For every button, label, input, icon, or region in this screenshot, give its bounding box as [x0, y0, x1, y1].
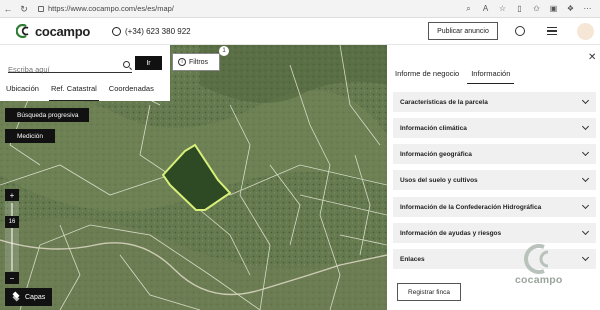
logo-icon [16, 24, 29, 38]
tab-information[interactable]: Información [467, 66, 515, 84]
filters-label: Filtros [189, 58, 209, 66]
section-label: Características de la parcela [400, 98, 488, 106]
whatsapp-icon [111, 26, 121, 36]
lock-icon [38, 5, 44, 12]
section-label: Usos del suelo y cultivos [400, 176, 478, 184]
search-field[interactable] [8, 59, 132, 74]
search-panel: Ir Ubicación Ref. Catastral Coordenadas [0, 45, 170, 101]
chevron-down-icon [581, 148, 590, 157]
phone-number: (+34) 623 380 922 [124, 26, 191, 36]
register-property-button[interactable]: Registrar finca [397, 283, 461, 301]
phone-contact[interactable]: (+34) 623 380 922 [111, 26, 191, 36]
section-parcel-characteristics[interactable]: Características de la parcela [393, 92, 596, 112]
zoom-level: 16 [5, 216, 19, 228]
reload-icon[interactable]: ↻ [16, 0, 32, 18]
section-climate[interactable]: Información climática [393, 118, 596, 138]
section-land-use[interactable]: Usos del suelo y cultivos [393, 170, 596, 190]
extensions-icon[interactable]: ❖ [564, 0, 577, 18]
split-screen-icon[interactable]: ▯ [513, 0, 526, 18]
filters-count-badge: 1 [219, 46, 229, 56]
address-bar[interactable]: https://www.cocampo.com/es/es/map/ [38, 4, 174, 13]
collections-icon[interactable]: ▣ [547, 0, 560, 18]
more-icon[interactable]: ⋯ [581, 0, 594, 18]
chevron-down-icon [581, 96, 590, 105]
browser-toolbar: ← ↻ https://www.cocampo.com/es/es/map/ ⌕… [0, 0, 600, 18]
zoom-in-button[interactable]: + [5, 189, 19, 201]
hamburger-menu-icon[interactable] [547, 27, 557, 37]
close-icon[interactable]: ✕ [588, 53, 596, 63]
site-header: cocampo (+34) 623 380 922 Publicar anunc… [0, 18, 600, 45]
section-aid-and-risks[interactable]: Información de ayudas y riesgos [393, 223, 596, 243]
logo-text: cocampo [35, 23, 90, 39]
section-label: Información geográfica [400, 150, 472, 158]
read-aloud-icon[interactable]: A [479, 0, 492, 18]
go-button[interactable]: Ir [135, 56, 162, 70]
section-links[interactable]: Enlaces [393, 249, 596, 269]
tab-business-report[interactable]: Informe de negocio [391, 66, 463, 84]
section-label: Información de ayudas y riesgos [400, 229, 502, 237]
chevron-down-icon [581, 227, 590, 236]
logo[interactable]: cocampo [16, 24, 90, 39]
section-hydrographic[interactable]: Información de la Confederación Hidrográ… [393, 197, 596, 217]
search-icon[interactable] [123, 61, 130, 68]
watermark-text: cocampo [515, 274, 563, 286]
chevron-down-icon [581, 201, 590, 210]
tab-ubicacion[interactable]: Ubicación [0, 81, 45, 101]
tab-ref-catastral[interactable]: Ref. Catastral [45, 81, 103, 101]
measure-button[interactable]: Medición [5, 129, 55, 143]
section-geographic[interactable]: Información geográfica [393, 144, 596, 164]
url-text: https://www.cocampo.com/es/es/map/ [48, 4, 174, 13]
chevron-down-icon [581, 122, 590, 131]
zoom-track[interactable] [11, 203, 13, 271]
section-label: Información de la Confederación Hidrográ… [400, 203, 542, 211]
chevron-down-icon [581, 174, 590, 183]
layers-button[interactable]: Capas [5, 288, 52, 306]
tab-coordenadas[interactable]: Coordenadas [103, 81, 160, 101]
section-label: Enlaces [400, 255, 425, 263]
section-label: Información climática [400, 124, 467, 132]
panel-tabs: Informe de negocio Información [391, 66, 518, 84]
globe-icon[interactable] [515, 26, 525, 36]
avatar[interactable] [577, 23, 594, 40]
zoom-icon[interactable]: ⌕ [462, 0, 475, 18]
chevron-down-icon [581, 253, 590, 262]
favorite-icon[interactable]: ☆ [496, 0, 509, 18]
publish-ad-button[interactable]: Publicar anuncio [428, 22, 498, 40]
favorites-icon[interactable]: ✩ [530, 0, 543, 18]
filters-button[interactable]: i Filtros [172, 53, 220, 71]
info-icon: i [178, 58, 186, 66]
zoom-control: + 16 − [5, 189, 19, 284]
back-icon[interactable]: ← [0, 0, 16, 18]
layers-label: Capas [25, 293, 46, 301]
progressive-search-button[interactable]: Búsqueda progresiva [5, 108, 89, 122]
search-input[interactable] [8, 65, 118, 74]
layers-icon [12, 293, 20, 301]
zoom-out-button[interactable]: − [5, 272, 19, 284]
search-tabs: Ubicación Ref. Catastral Coordenadas [0, 81, 170, 101]
